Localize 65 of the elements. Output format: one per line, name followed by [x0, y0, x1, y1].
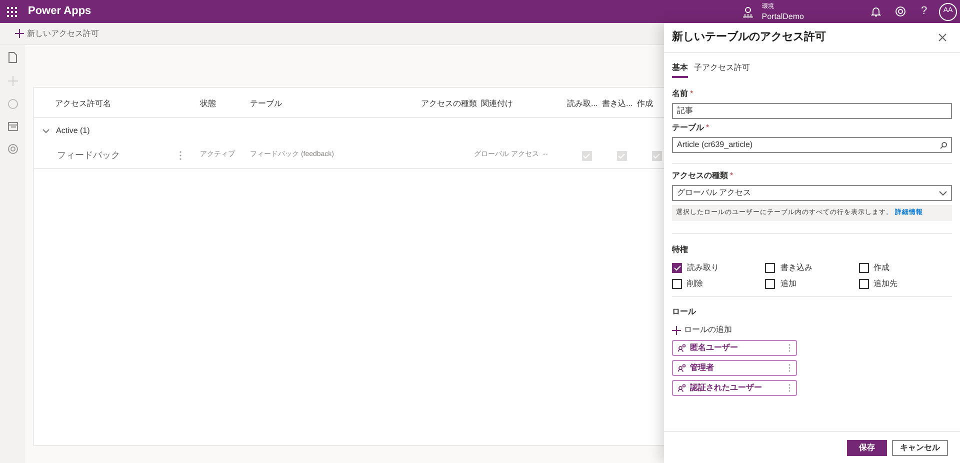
role-chip[interactable]: 認証されたユーザー [672, 380, 797, 396]
field-label: テーブル [672, 122, 704, 134]
environment-name: PortalDemo [762, 12, 804, 20]
app-name: Power Apps [28, 4, 92, 20]
checkbox[interactable]: 追加先 [858, 278, 952, 290]
checkbox[interactable]: 削除 [672, 278, 766, 290]
tab[interactable]: 子アクセス許可 [694, 62, 750, 78]
more-icon[interactable] [179, 151, 182, 160]
tab[interactable]: 基本 [672, 62, 688, 78]
checkbox[interactable]: 読み取り [672, 262, 766, 274]
layout-icon[interactable] [8, 122, 18, 131]
role-name: 認証されたユーザー [690, 382, 763, 394]
checkbox[interactable]: 書き込み [765, 262, 859, 274]
settings-icon [894, 6, 906, 17]
page-icon[interactable] [8, 52, 17, 63]
environment-icon [742, 6, 754, 18]
waffle-icon [7, 6, 17, 16]
panel-title: 新しいテーブルのアクセス許可 [672, 30, 826, 46]
checkbox[interactable]: 追加 [765, 278, 859, 290]
more-icon[interactable] [788, 364, 791, 372]
required-mark: * [730, 170, 734, 182]
input-field[interactable]: Article (cr639_article) [672, 137, 952, 153]
role-name: 匿名ユーザー [690, 342, 739, 354]
section-title: 特権 [672, 244, 689, 256]
column-header[interactable]: アクセス許可名 [55, 98, 111, 108]
group-label: Active (1) [56, 124, 90, 136]
column-header[interactable]: 関連付け [481, 98, 513, 108]
search-icon [940, 142, 947, 148]
column-header[interactable]: 状態 [200, 98, 216, 108]
plus-icon [672, 326, 681, 334]
chevron-icon[interactable] [42, 126, 50, 134]
table-cell-text: フィードバック [57, 148, 120, 162]
cancel-button[interactable]: キャンセル [892, 440, 948, 456]
chevron-down-icon [939, 190, 947, 196]
column-header[interactable]: テーブル [250, 98, 282, 108]
close-icon [938, 33, 947, 42]
role-chip[interactable]: 匿名ユーザー [672, 340, 797, 356]
required-mark: * [690, 88, 694, 100]
column-header[interactable]: アクセスの種類 [421, 98, 477, 108]
more-icon[interactable] [788, 384, 791, 392]
plus-icon [15, 29, 24, 38]
column-header[interactable]: 読み取... [567, 98, 598, 108]
close-button[interactable] [938, 32, 948, 42]
help-button[interactable]: ? [912, 0, 936, 23]
people-icon [678, 344, 686, 352]
people-icon [678, 364, 686, 372]
section-title: ロール [672, 306, 697, 318]
dropdown-field[interactable]: グローバル アクセス [672, 185, 952, 201]
role-name: 管理者 [690, 362, 715, 374]
role-chip[interactable]: 管理者 [672, 360, 797, 376]
new-permission-button[interactable]: 新しいアクセス許可 [15, 28, 99, 40]
people-icon [678, 384, 686, 392]
input-field[interactable]: 記事 [672, 103, 952, 119]
bell-icon [871, 6, 881, 17]
add-role-button[interactable]: ロールの追加 [672, 324, 732, 336]
column-header[interactable]: 書き込... [602, 98, 633, 108]
save-button[interactable]: 保存 [847, 440, 887, 456]
field-label: 名前 [672, 88, 688, 100]
field-label: アクセスの種類 [672, 170, 728, 182]
settings-icon[interactable] [8, 144, 18, 154]
checkmark-icon [674, 265, 680, 271]
checkbox[interactable]: 作成 [858, 262, 952, 274]
required-mark: * [706, 122, 710, 134]
column-header[interactable]: 作成 [637, 98, 653, 108]
more-icon[interactable] [788, 344, 791, 352]
